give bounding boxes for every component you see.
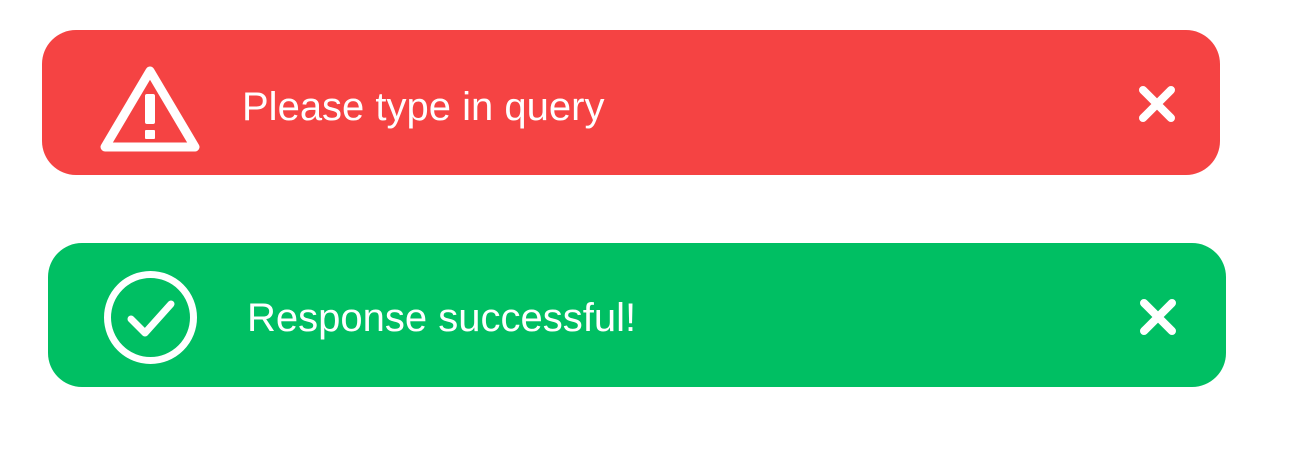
success-message: Response successful! [247,296,637,340]
error-toast: Please type in query [42,30,1220,175]
check-circle-icon [104,271,197,364]
error-message: Please type in query [242,85,605,129]
close-icon[interactable] [1136,295,1180,339]
warning-triangle-icon [100,66,200,152]
success-toast: Response successful! [48,243,1226,387]
close-icon[interactable] [1135,82,1179,126]
